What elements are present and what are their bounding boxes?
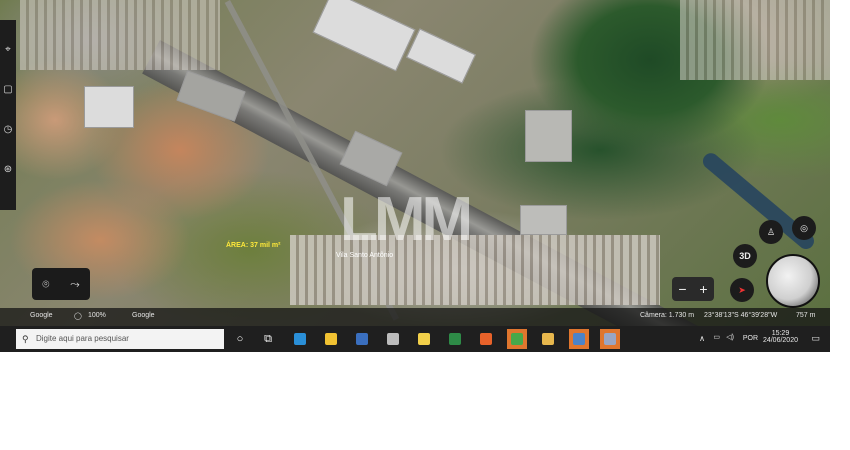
warehouse bbox=[176, 70, 246, 122]
taskbar-app-store[interactable] bbox=[352, 329, 372, 349]
volume-icon[interactable]: ◁) bbox=[726, 333, 734, 341]
compass-icon: ➤ bbox=[738, 284, 746, 295]
status-bar: Google ◯ 100% Google Câmera: 1.730 m 23°… bbox=[0, 308, 830, 326]
left-toolbar: ⌖ ▢ ◷ ⊛ bbox=[0, 20, 16, 210]
pin-icon[interactable]: ⌖ bbox=[0, 40, 16, 60]
search-placeholder: Digite aqui para pesquisar bbox=[36, 334, 129, 343]
attribution: Google bbox=[132, 312, 155, 319]
edge-icon bbox=[294, 333, 306, 345]
street-view-button[interactable]: ♙ bbox=[759, 220, 783, 244]
zoom-icon: ◯ bbox=[74, 313, 82, 320]
google-earth-icon bbox=[573, 333, 585, 345]
weather-icon bbox=[387, 333, 399, 345]
taskbar-app-google-earth[interactable] bbox=[569, 329, 589, 349]
place-label: Vila Santo Antônio bbox=[336, 252, 394, 259]
taskbar-app-weather[interactable] bbox=[383, 329, 403, 349]
zoom-control: − + bbox=[672, 277, 714, 301]
path-tools: ⌾ ⤳ bbox=[32, 268, 90, 300]
chrome-icon bbox=[511, 333, 523, 345]
watermark-logo: LMM bbox=[340, 185, 473, 254]
circle-icon: ○ bbox=[236, 333, 244, 345]
layers-icon[interactable]: ▢ bbox=[0, 80, 16, 100]
clock-date: 24/06/2020 bbox=[762, 337, 798, 344]
share-icon[interactable]: ⊛ bbox=[0, 160, 16, 180]
screen: LMM ÁREA: 37 mil m² Vila Santo Antônio ⌖… bbox=[0, 0, 830, 352]
warehouse bbox=[406, 28, 476, 84]
satellite-map[interactable]: LMM ÁREA: 37 mil m² Vila Santo Antônio ⌖… bbox=[0, 0, 830, 326]
taskbar-search-input[interactable]: ⚲ Digite aqui para pesquisar bbox=[16, 329, 224, 349]
area-label: ÁREA: 37 mil m² bbox=[226, 242, 281, 249]
brand-label: Google bbox=[30, 312, 53, 319]
task-view-button[interactable]: ⧉ bbox=[258, 329, 278, 349]
firefox-icon bbox=[480, 333, 492, 345]
clock-time: 15:29 bbox=[771, 330, 790, 337]
placemark-icon[interactable]: ⌾ bbox=[42, 277, 49, 292]
compass-button[interactable]: ➤ bbox=[730, 278, 754, 302]
notifications-icon[interactable]: ▭ bbox=[811, 333, 820, 344]
clock-icon[interactable]: ◷ bbox=[0, 120, 16, 140]
taskbar: ⚲ Digite aqui para pesquisar ○ ⧉ ∧ ▭ ◁) … bbox=[0, 326, 830, 352]
language-indicator[interactable]: POR bbox=[743, 335, 758, 342]
taskbar-app-excel[interactable] bbox=[445, 329, 465, 349]
excel-icon bbox=[449, 333, 461, 345]
taskbar-app-firefox[interactable] bbox=[476, 329, 496, 349]
zoom-in-button[interactable]: + bbox=[699, 281, 707, 297]
explorer-icon bbox=[325, 333, 337, 345]
search-icon: ⚲ bbox=[22, 334, 29, 344]
warehouse bbox=[84, 86, 134, 128]
files-icon bbox=[418, 333, 430, 345]
task-view-icon: ⧉ bbox=[264, 332, 272, 345]
clock[interactable]: 15:29 24/06/2020 bbox=[763, 330, 798, 344]
taskbar-app-files[interactable] bbox=[414, 329, 434, 349]
folder-icon bbox=[542, 333, 554, 345]
chevron-up-icon[interactable]: ∧ bbox=[699, 334, 705, 343]
locate-button[interactable]: ◎ bbox=[792, 216, 816, 240]
zoom-level: 100% bbox=[88, 312, 106, 319]
warehouse bbox=[525, 110, 572, 162]
path-icon[interactable]: ⤳ bbox=[70, 277, 80, 292]
warehouse bbox=[312, 0, 416, 72]
target-icon: ◎ bbox=[800, 222, 808, 233]
taskbar-app-chrome[interactable] bbox=[507, 329, 527, 349]
warehouse bbox=[520, 205, 567, 235]
coordinates: 23°38'13"S 46°39'28"W bbox=[704, 312, 778, 319]
taskbar-app-settings[interactable] bbox=[600, 329, 620, 349]
zoom-out-button[interactable]: − bbox=[678, 281, 686, 297]
3d-toggle-button[interactable]: 3D bbox=[733, 244, 757, 268]
person-icon: ♙ bbox=[766, 226, 776, 237]
network-icon[interactable]: ▭ bbox=[713, 333, 720, 341]
taskbar-app-explorer[interactable] bbox=[321, 329, 341, 349]
taskbar-app-edge[interactable] bbox=[290, 329, 310, 349]
dense-housing bbox=[680, 0, 830, 80]
settings-icon bbox=[604, 333, 616, 345]
dense-housing bbox=[20, 0, 220, 70]
taskbar-app-folder[interactable] bbox=[538, 329, 558, 349]
elevation: 757 m bbox=[796, 312, 816, 319]
cortana-button[interactable]: ○ bbox=[230, 329, 250, 349]
store-icon bbox=[356, 333, 368, 345]
globe-icon[interactable] bbox=[766, 254, 820, 308]
camera-altitude: Câmera: 1.730 m bbox=[640, 312, 695, 319]
